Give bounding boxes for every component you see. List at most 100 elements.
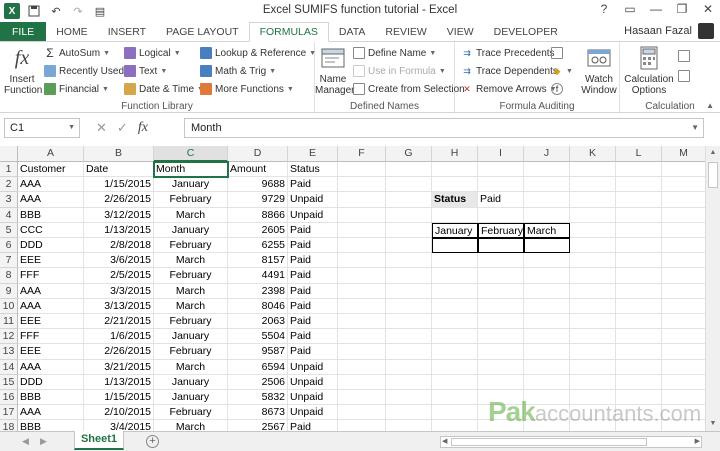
cell[interactable] <box>386 192 432 208</box>
cell[interactable] <box>616 329 662 345</box>
table-cell[interactable]: 2/10/2015 <box>84 405 154 421</box>
lookup-reference-button[interactable]: Lookup & Reference ▼ <box>200 45 316 61</box>
cell[interactable] <box>616 222 662 238</box>
user-account[interactable]: Hasaan Fazal <box>624 23 714 39</box>
table-cell[interactable]: Paid <box>288 283 338 299</box>
table-cell[interactable]: Paid <box>288 253 338 269</box>
table-cell[interactable]: 6594 <box>228 359 288 375</box>
cell[interactable] <box>478 283 524 299</box>
create-from-selection-button[interactable]: Create from Selection <box>353 81 465 97</box>
cell[interactable] <box>338 374 386 390</box>
cell[interactable] <box>478 253 524 269</box>
table-cell[interactable]: Paid <box>288 344 338 360</box>
cell[interactable] <box>432 329 478 345</box>
cell[interactable] <box>524 344 570 360</box>
cell[interactable] <box>386 238 432 254</box>
table-cell[interactable]: AAA <box>18 192 84 208</box>
cell[interactable] <box>386 253 432 269</box>
calculate-now-icon[interactable] <box>678 48 690 64</box>
cell[interactable] <box>478 268 524 284</box>
tab-developer[interactable]: DEVELOPER <box>484 22 568 42</box>
cell[interactable] <box>570 359 616 375</box>
cell[interactable] <box>570 329 616 345</box>
cell[interactable] <box>616 359 662 375</box>
cell[interactable] <box>616 374 662 390</box>
vertical-scrollbar[interactable]: ▲ ▼ <box>705 146 720 431</box>
cell[interactable] <box>616 238 662 254</box>
cell[interactable] <box>478 298 524 314</box>
column-header-d[interactable]: D <box>228 146 288 162</box>
cell[interactable] <box>662 359 706 375</box>
cell[interactable] <box>524 162 570 178</box>
cell[interactable] <box>662 329 706 345</box>
table-cell[interactable]: CCC <box>18 222 84 238</box>
table-cell[interactable]: DDD <box>18 238 84 254</box>
restore-icon[interactable]: ❐ <box>674 2 690 16</box>
table-cell[interactable]: 9587 <box>228 344 288 360</box>
column-header-b[interactable]: B <box>84 146 154 162</box>
column-header-h[interactable]: H <box>432 146 478 162</box>
table-cell[interactable]: March <box>154 298 228 314</box>
table-cell[interactable]: Paid <box>288 329 338 345</box>
cell[interactable] <box>524 177 570 193</box>
cell[interactable] <box>386 344 432 360</box>
table-cell[interactable]: March <box>154 207 228 223</box>
criteria-status-label[interactable]: Status <box>432 192 478 208</box>
cell[interactable] <box>386 298 432 314</box>
cell[interactable] <box>432 359 478 375</box>
cell[interactable] <box>386 283 432 299</box>
table-cell[interactable]: Unpaid <box>288 405 338 421</box>
table-cell[interactable]: 1/13/2015 <box>84 222 154 238</box>
expand-formula-bar-icon[interactable]: ▼ <box>691 123 699 132</box>
tab-formulas[interactable]: FORMULAS <box>248 22 329 42</box>
cell[interactable] <box>570 374 616 390</box>
cell[interactable] <box>386 405 432 421</box>
cell[interactable] <box>338 314 386 330</box>
table-cell[interactable]: February <box>154 314 228 330</box>
use-in-formula-button[interactable]: Use in Formula ▼ <box>353 63 446 79</box>
table-cell[interactable]: 1/6/2015 <box>84 329 154 345</box>
table-cell[interactable]: February <box>154 405 228 421</box>
table-cell[interactable]: 2/5/2015 <box>84 268 154 284</box>
cell[interactable] <box>386 314 432 330</box>
table-cell[interactable]: March <box>154 283 228 299</box>
cell[interactable] <box>524 329 570 345</box>
horizontal-scroll-thumb[interactable] <box>451 438 647 446</box>
table-cell[interactable]: Unpaid <box>288 207 338 223</box>
cell[interactable] <box>616 283 662 299</box>
add-sheet-icon[interactable]: + <box>146 435 159 448</box>
table-cell[interactable]: 3/12/2015 <box>84 207 154 223</box>
cell[interactable] <box>478 207 524 223</box>
name-box[interactable]: C1 ▼ <box>4 118 80 138</box>
cell[interactable] <box>570 298 616 314</box>
cell[interactable] <box>432 177 478 193</box>
table-cell[interactable]: February <box>154 268 228 284</box>
close-icon[interactable]: ✕ <box>700 2 716 16</box>
table-cell[interactable]: 1/15/2015 <box>84 177 154 193</box>
column-header-j[interactable]: J <box>524 146 570 162</box>
criteria-month-header[interactable]: February <box>478 222 524 238</box>
row-header-17[interactable]: 17 <box>0 405 18 421</box>
table-header-cell[interactable]: Customer <box>18 162 84 178</box>
criteria-month-header[interactable]: March <box>524 222 570 238</box>
define-name-button[interactable]: Define Name ▼ <box>353 45 436 61</box>
row-header-16[interactable]: 16 <box>0 390 18 406</box>
table-cell[interactable]: 4491 <box>228 268 288 284</box>
table-header-cell[interactable]: Amount <box>228 162 288 178</box>
table-cell[interactable]: 9688 <box>228 177 288 193</box>
cell[interactable] <box>338 390 386 406</box>
table-cell[interactable]: 9729 <box>228 192 288 208</box>
table-cell[interactable]: February <box>154 344 228 360</box>
table-cell[interactable]: 8866 <box>228 207 288 223</box>
cell[interactable] <box>338 207 386 223</box>
table-cell[interactable]: February <box>154 238 228 254</box>
table-cell[interactable]: Paid <box>288 268 338 284</box>
cell[interactable] <box>338 192 386 208</box>
math-trig-button[interactable]: Math & Trig ▼ <box>200 63 276 79</box>
cell[interactable] <box>478 329 524 345</box>
financial-button[interactable]: Financial ▼ <box>44 81 109 97</box>
criteria-result-cell[interactable] <box>524 238 570 254</box>
column-header-a[interactable]: A <box>18 146 84 162</box>
tab-data[interactable]: DATA <box>329 22 375 42</box>
next-sheet-icon[interactable]: ▶ <box>40 436 47 447</box>
